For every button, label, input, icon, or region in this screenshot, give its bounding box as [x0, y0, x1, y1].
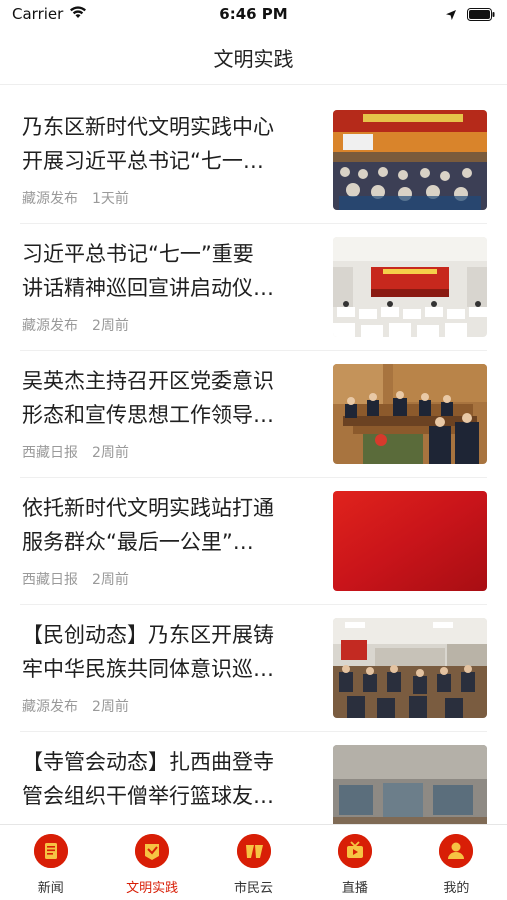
- article-meta: 藏源发布 2周前: [22, 696, 129, 716]
- civilization-icon: [135, 834, 170, 868]
- article-title: 【民创动态】乃东区开展铸 牢中华民族共同体意识巡…: [22, 618, 312, 690]
- article-source: 藏源发布: [22, 699, 78, 715]
- article-time: 2周前: [92, 699, 129, 715]
- article-title: 乃东区新时代文明实践中心 开展习近平总书记“七一…: [22, 110, 312, 182]
- article-time: 2周前: [92, 445, 129, 461]
- article-item[interactable]: 【寺管会动态】扎西曲登寺 管会组织干僧举行篮球友…: [0, 731, 507, 824]
- article-time: 2周前: [92, 572, 129, 588]
- article-source: 藏源发布: [22, 191, 78, 207]
- article-title-line: 管会组织干僧举行篮球友…: [22, 784, 274, 808]
- article-title-line: 开展习近平总书记“七一…: [22, 149, 264, 173]
- article-time: 2周前: [92, 318, 129, 334]
- page-title: 文明实践: [213, 47, 294, 71]
- profile-icon: [439, 834, 474, 868]
- tab-label: 直播: [341, 881, 368, 896]
- citizen-cloud-icon: [236, 834, 271, 868]
- article-title-line: 依托新时代文明实践站打通: [22, 496, 274, 520]
- status-right: [445, 6, 495, 25]
- auditorium-photo[interactable]: [333, 237, 487, 337]
- article-title-line: 吴英杰主持召开区党委意识: [22, 369, 274, 393]
- article-title: 依托新时代文明实践站打通 服务群众“最后一公里”…: [22, 491, 312, 563]
- article-source: 藏源发布: [22, 318, 78, 334]
- article-title-line: 形态和宣传思想工作领导…: [22, 403, 274, 427]
- article-source: 西藏日报: [22, 572, 78, 588]
- article-title-line: 服务群众“最后一公里”…: [22, 530, 254, 554]
- article-meta: 西藏日报 2周前: [22, 442, 129, 462]
- article-title-line: 习近平总书记“七一”重要: [22, 242, 254, 266]
- live-tv-icon: [337, 834, 372, 868]
- article-item[interactable]: 乃东区新时代文明实践中心 开展习近平总书记“七一… 藏源发布 1天前: [0, 96, 507, 223]
- tab-label: 我的: [443, 881, 470, 896]
- article-item[interactable]: 【民创动态】乃东区开展铸 牢中华民族共同体意识巡… 藏源发布 2周前: [0, 604, 507, 731]
- battery-icon: [467, 6, 495, 25]
- location-arrow-icon: [445, 6, 457, 25]
- article-meta: 藏源发布 2周前: [22, 315, 129, 335]
- conference-hall-photo[interactable]: [333, 110, 487, 210]
- tab-label: 市民云: [234, 881, 274, 896]
- news-icon: [33, 834, 68, 868]
- status-time: 6:46 PM: [219, 5, 288, 23]
- article-item[interactable]: 吴英杰主持召开区党委意识 形态和宣传思想工作领导… 西藏日报 2周前: [0, 350, 507, 477]
- article-list[interactable]: 乃东区新时代文明实践中心 开展习近平总书记“七一… 藏源发布 1天前 习近平总书…: [0, 96, 507, 824]
- status-bar: Carrier 6:46 PM: [0, 0, 507, 30]
- tab-news[interactable]: 新闻: [0, 825, 101, 900]
- navigation-bar: 文明实践: [0, 30, 507, 85]
- article-meta: 藏源发布 1天前: [22, 188, 129, 208]
- gym-photo[interactable]: [333, 745, 487, 824]
- article-source: 西藏日报: [22, 445, 78, 461]
- tab-live[interactable]: 直播: [304, 825, 405, 900]
- article-title: 习近平总书记“七一”重要 讲话精神巡回宣讲启动仪…: [22, 237, 312, 309]
- article-title-line: 【寺管会动态】扎西曲登寺: [22, 750, 274, 774]
- tab-label: 新闻: [37, 881, 64, 896]
- tab-citizen-cloud[interactable]: 市民云: [203, 825, 304, 900]
- article-item[interactable]: 习近平总书记“七一”重要 讲话精神巡回宣讲启动仪… 藏源发布 2周前: [0, 223, 507, 350]
- article-title-line: 【民创动态】乃东区开展铸: [22, 623, 274, 647]
- classroom-photo[interactable]: [333, 618, 487, 718]
- article-meta: 西藏日报 2周前: [22, 569, 129, 589]
- article-title: 吴英杰主持召开区党委意识 形态和宣传思想工作领导…: [22, 364, 312, 436]
- meeting-room-photo[interactable]: [333, 364, 487, 464]
- tab-label: 文明实践: [126, 881, 179, 896]
- tab-profile[interactable]: 我的: [406, 825, 507, 900]
- article-title-line: 牢中华民族共同体意识巡…: [22, 657, 274, 681]
- tab-bar: 新闻 文明实践 市民云 直播 我的: [0, 824, 507, 900]
- article-time: 1天前: [92, 191, 129, 207]
- red-banner[interactable]: [333, 491, 487, 591]
- article-title: 【寺管会动态】扎西曲登寺 管会组织干僧举行篮球友…: [22, 745, 312, 817]
- tab-civilization[interactable]: 文明实践: [101, 825, 202, 900]
- article-title-line: 讲话精神巡回宣讲启动仪…: [22, 276, 274, 300]
- article-item[interactable]: 依托新时代文明实践站打通 服务群众“最后一公里”… 西藏日报 2周前: [0, 477, 507, 604]
- article-title-line: 乃东区新时代文明实践中心: [22, 115, 274, 139]
